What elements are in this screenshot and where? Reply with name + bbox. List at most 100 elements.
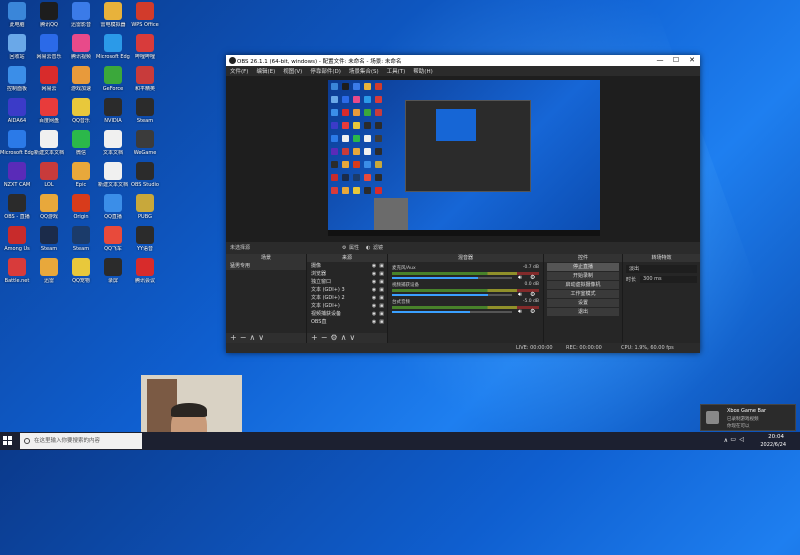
lock-icon[interactable]: ▣ (379, 302, 384, 310)
volume-slider[interactable]: 🔊︎ ⚙ (392, 308, 535, 315)
lock-icon[interactable]: ▣ (379, 278, 384, 286)
desktop-icon[interactable]: Origin (64, 194, 98, 220)
lock-icon[interactable]: ▣ (379, 262, 384, 270)
mixer-gear-icon[interactable]: ⚙ (530, 308, 535, 315)
desktop-icon[interactable]: 新建文本文档 (96, 162, 130, 188)
menu-tools[interactable]: 工具(T) (387, 67, 406, 75)
volume-icon[interactable]: ◁ (739, 436, 744, 443)
lock-icon[interactable]: ▣ (379, 318, 384, 326)
desktop-icon[interactable]: 腾讯视频 (64, 34, 98, 60)
desktop-icon[interactable]: 哔哩哔哩 (128, 34, 162, 60)
desktop-icon[interactable]: 网易云音乐 (32, 34, 66, 60)
transition-select[interactable]: 淡出 (626, 265, 697, 273)
menu-help[interactable]: 帮助(H) (413, 67, 432, 75)
desktop-icon[interactable]: GeForce (96, 66, 130, 92)
visibility-icon[interactable]: ◉ (372, 286, 376, 294)
studio-mode-button[interactable]: 工作室模式 (547, 290, 619, 298)
desktop-icon[interactable]: QQ游戏 (32, 194, 66, 220)
menu-view[interactable]: 视图(V) (283, 67, 302, 75)
desktop-icon[interactable]: Steam (64, 226, 98, 252)
visibility-icon[interactable]: ◉ (372, 310, 376, 318)
visibility-icon[interactable]: ◉ (372, 318, 376, 326)
desktop-icon[interactable]: Battle.net (0, 258, 34, 284)
speaker-icon[interactable]: 🔊︎ (518, 291, 522, 299)
desktop-icon[interactable]: AIDA64 (0, 98, 34, 124)
minimize-button[interactable]: — (652, 55, 668, 66)
mixer-gear-icon[interactable]: ⚙ (530, 291, 535, 298)
source-item[interactable]: 浏览器 ◉ ▣ (307, 270, 387, 278)
properties-button[interactable]: 属性 (349, 244, 359, 251)
source-item[interactable]: 视频捕获设备 ◉ ▣ (307, 310, 387, 318)
desktop-icon[interactable]: PUBG (128, 194, 162, 220)
visibility-icon[interactable]: ◉ (372, 294, 376, 302)
lock-icon[interactable]: ▣ (379, 310, 384, 318)
desktop-icon[interactable]: Among Us (0, 226, 34, 252)
gear-icon[interactable]: ⚙ (342, 245, 346, 251)
scenes-footer[interactable]: +−∧∨ (226, 333, 306, 343)
speaker-icon[interactable]: 🔊︎ (518, 308, 522, 316)
clock-time[interactable]: 20:04 (768, 434, 784, 440)
filter-icon[interactable]: ◐ (366, 245, 370, 251)
lock-icon[interactable]: ▣ (379, 294, 384, 302)
visibility-icon[interactable]: ◉ (372, 270, 376, 278)
desktop-icon[interactable]: YY语音 (128, 226, 162, 252)
duration-field[interactable]: 300 ms (640, 276, 697, 283)
desktop-icon[interactable]: 文本文档 (96, 130, 130, 156)
network-icon[interactable]: ▭ (730, 436, 736, 443)
desktop-icon[interactable]: QQ宠物 (64, 258, 98, 284)
desktop-icon[interactable]: Steam (128, 98, 162, 124)
source-item[interactable]: 文本 (GDI+) 2 ◉ ▣ (307, 294, 387, 302)
lock-icon[interactable]: ▣ (379, 286, 384, 294)
desktop-icon[interactable]: 百度网盘 (32, 98, 66, 124)
speaker-icon[interactable]: 🔊︎ (518, 274, 522, 282)
obs-preview[interactable] (226, 76, 700, 242)
desktop-icon[interactable]: QQ直播 (96, 194, 130, 220)
settings-button[interactable]: 设置 (547, 299, 619, 307)
desktop-icon[interactable]: 迅雷 (32, 258, 66, 284)
menu-docks[interactable]: 停靠部件(D) (310, 67, 341, 75)
desktop-icon[interactable]: 回收站 (0, 34, 34, 60)
desktop-icon[interactable]: WPS Office (128, 2, 162, 28)
exit-button[interactable]: 退出 (547, 308, 619, 316)
mixer-gear-icon[interactable]: ⚙ (530, 274, 535, 281)
desktop-icon[interactable]: QQ飞车 (96, 226, 130, 252)
notification-toast[interactable]: Xbox Game Bar 已录制游戏视频 你现在可以 (700, 404, 796, 431)
start-button[interactable] (3, 436, 13, 446)
start-virtual-camera-button[interactable]: 启动虚拟摄像机 (547, 281, 619, 289)
desktop-icon[interactable]: NVIDIA (96, 98, 130, 124)
source-item[interactable]: 文本 (GDI+) 3 ◉ ▣ (307, 286, 387, 294)
desktop-icon[interactable]: OBS - 直播 (0, 194, 34, 220)
stop-streaming-button[interactable]: 停止直播 (547, 263, 619, 271)
sources-footer[interactable]: +−⚙∧∨ (307, 333, 387, 343)
desktop-icon[interactable]: 雷电模拟器 (96, 2, 130, 28)
desktop-icon[interactable]: 游戏加速 (64, 66, 98, 92)
desktop-icon[interactable]: Epic (64, 162, 98, 188)
lock-icon[interactable]: ▣ (379, 270, 384, 278)
desktop-icon[interactable]: 和平精英 (128, 66, 162, 92)
close-button[interactable]: ✕ (684, 55, 700, 66)
maximize-button[interactable]: ☐ (668, 55, 684, 66)
scene-item[interactable]: 猛男专用 (226, 262, 306, 270)
desktop-icon[interactable]: NZXT CAM (0, 162, 34, 188)
desktop-icon[interactable]: 微信 (64, 130, 98, 156)
obs-window[interactable]: OBS 26.1.1 (64-bit, windows) - 配置文件: 未命名… (226, 55, 700, 353)
tray-expand-icon[interactable]: ∧ (724, 437, 728, 444)
source-item[interactable]: OBS直 ◉ ▣ (307, 318, 387, 326)
visibility-icon[interactable]: ◉ (372, 262, 376, 270)
filters-button[interactable]: 滤镜 (373, 244, 383, 251)
desktop-icon[interactable]: 迅雷影音 (64, 2, 98, 28)
start-recording-button[interactable]: 开始录制 (547, 272, 619, 280)
menu-scene-collection[interactable]: 场景集合(S) (349, 67, 379, 75)
desktop-icon[interactable]: 腾讯会议 (128, 258, 162, 284)
desktop-icon[interactable]: OBS Studio (128, 162, 162, 188)
desktop-icon[interactable]: QQ音乐 (64, 98, 98, 124)
clock-date[interactable]: 2022/6/24 (760, 442, 786, 448)
desktop-icon[interactable]: Steam (32, 226, 66, 252)
desktop-icon[interactable]: Microsoft Edge (96, 34, 130, 60)
source-item[interactable]: 独立窗口 ◉ ▣ (307, 278, 387, 286)
volume-slider[interactable]: 🔊︎ ⚙ (392, 274, 535, 281)
taskbar-search[interactable]: 在这里输入你要搜索的内容 (20, 433, 142, 449)
source-item[interactable]: 文本 (GDI+) ◉ ▣ (307, 302, 387, 310)
menu-file[interactable]: 文件(F) (230, 67, 248, 75)
desktop-icon[interactable]: LOL (32, 162, 66, 188)
